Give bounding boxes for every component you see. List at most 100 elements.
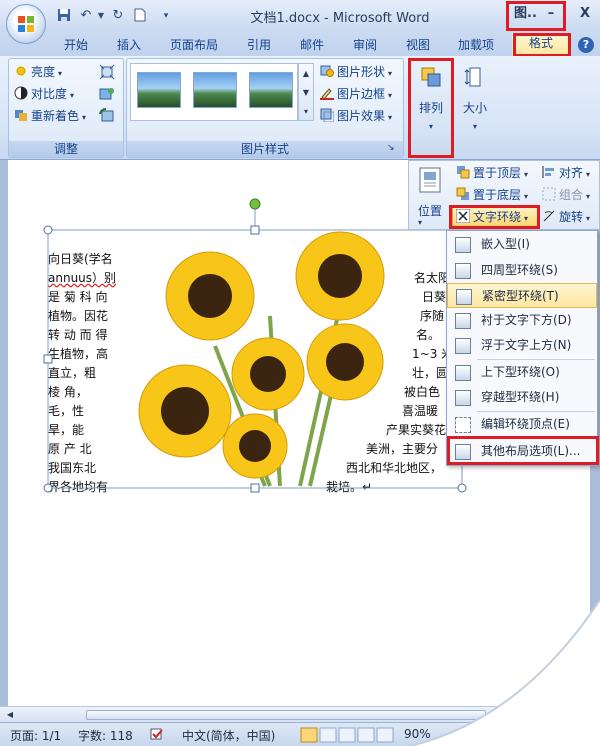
picture-style-thumb[interactable] [249,72,293,108]
highlight-format-tab [513,33,571,57]
resize-handle-icon[interactable] [457,483,467,493]
text-wrap-menu: 嵌入型(I) 四周型环绕(S) 紧密型环绕(T) 衬于文字下方(D) 浮于文字上… [446,230,598,466]
bring-to-front-button[interactable]: 置于顶层 ▾ [456,164,528,182]
size-button[interactable]: 大小 ▾ [456,62,494,154]
recolor-button[interactable]: 重新着色 ▾ [14,107,86,125]
group-label: 组合 [559,188,584,202]
group-button[interactable]: 组合 ▾ [542,186,590,204]
customize-qat-icon[interactable]: ▾ [160,8,172,24]
sunflower-icon [165,251,255,341]
word-count[interactable]: 字数: 118 [78,727,133,744]
language-indicator[interactable]: 中文(简体，中国) [182,727,275,744]
highlight-text-wrap [449,205,540,229]
gallery-scroll-buttons[interactable]: ▲ ▼ ▾ [298,63,314,121]
menu-item-square[interactable]: 四周型环绕(S) [447,258,597,283]
dialog-launcher-icon[interactable]: ↘ [387,143,397,153]
wrap-in-front-icon [455,338,471,354]
position-icon[interactable] [416,166,446,196]
resize-handle-icon[interactable] [250,483,260,493]
group-picture-styles-label: 图片样式 [127,141,403,157]
recolor-icon [15,110,27,121]
position-label[interactable]: 位置 [418,202,442,219]
brightness-button[interactable]: 亮度 ▾ [14,63,62,81]
contrast-button[interactable]: 对比度 ▾ [14,85,74,103]
picture-style-thumb[interactable] [193,72,237,108]
sunflower-icon [138,364,232,458]
menu-item-label: 衬于文字下方(D) [481,313,572,327]
rotate-icon [543,210,555,222]
menu-item-through[interactable]: 穿越型环绕(H) [447,385,597,410]
view-buttons[interactable] [300,727,396,743]
resize-handle-icon[interactable] [43,225,53,235]
contrast-label: 对比度 [31,87,68,101]
resize-handle-icon[interactable] [43,483,53,493]
office-button[interactable] [6,4,46,44]
tab-addins[interactable]: 加载项 [458,36,494,54]
scroll-left-icon[interactable]: ◀ [4,709,16,721]
resize-handle-icon[interactable] [43,354,53,364]
menu-item-behind-text[interactable]: 衬于文字下方(D) [447,308,597,333]
tab-mailings[interactable]: 邮件 [300,36,324,54]
rotate-handle-icon[interactable] [249,198,261,210]
picture-border-label: 图片边框 [337,87,386,101]
picture-effects-button[interactable]: 图片效果 ▾ [320,107,392,125]
menu-item-inline[interactable]: 嵌入型(I) [447,232,597,257]
page-count[interactable]: 页面: 1/1 [10,727,61,744]
picture-shape-label: 图片形状 [337,65,386,79]
picture-shape-button[interactable]: 图片形状 ▾ [320,63,392,81]
group-icon [542,187,556,201]
menu-item-label: 嵌入型(I) [481,237,530,251]
tab-review[interactable]: 审阅 [353,36,377,54]
change-picture-icon[interactable] [99,86,115,102]
reset-picture-icon[interactable] [99,107,115,124]
undo-icon[interactable]: ↶ [78,8,94,24]
minimize-button[interactable]: – [540,3,562,25]
tab-references[interactable]: 引用 [247,36,271,54]
resize-handle-icon[interactable] [250,225,260,235]
save-icon[interactable] [56,8,72,24]
help-icon[interactable]: ? [578,37,594,53]
wrap-square-icon [455,263,471,279]
menu-item-tight[interactable]: 紧密型环绕(T) [447,283,597,308]
tab-insert[interactable]: 插入 [117,36,141,54]
wrap-behind-icon [455,313,471,329]
menu-item-label: 浮于文字上方(N) [481,338,572,352]
brightness-label: 亮度 [31,65,56,79]
picture-tools-label: 图.. [514,6,537,21]
send-to-back-label: 置于底层 [473,188,522,202]
menu-item-label: 穿越型环绕(H) [481,390,560,404]
position-dropdown-icon[interactable]: ▾ [418,218,422,227]
menu-item-edit-wrap-points[interactable]: 编辑环绕顶点(E) [447,412,597,437]
menu-item-top-bottom[interactable]: 上下型环绕(O) [447,360,597,385]
close-button[interactable]: X [574,3,596,25]
undo-dropdown-icon[interactable]: ▼ [96,8,106,24]
tab-page-layout[interactable]: 页面布局 [170,36,218,54]
window-title: 文档1.docx - Microsoft Word [250,11,430,26]
menu-item-in-front-of-text[interactable]: 浮于文字上方(N) [447,333,597,358]
size-dropdown-icon: ▾ [472,122,477,131]
group-adjust-label: 调整 [9,141,123,157]
sunflower-picture[interactable] [40,196,472,496]
picture-style-thumb[interactable] [137,72,181,108]
size-icon [464,67,481,87]
highlight-arrange [408,58,454,158]
send-to-back-button[interactable]: 置于底层 ▾ [456,186,528,204]
picture-border-button[interactable]: 图片边框 ▾ [320,85,392,103]
edit-wrap-points-icon [455,417,471,433]
redo-icon[interactable]: ↻ [110,8,126,24]
align-icon [542,166,554,178]
proofing-icon[interactable] [150,727,164,741]
page-margin-left [0,160,8,720]
align-label: 对齐 [559,166,584,180]
align-button[interactable]: 对齐 ▾ [542,164,590,182]
bring-to-front-label: 置于顶层 [473,166,522,180]
picture-effects-label: 图片效果 [337,109,386,123]
wrap-top-bottom-icon [455,365,471,381]
highlight-more-layout-options [447,436,599,465]
new-document-icon[interactable] [132,8,148,24]
rotate-button[interactable]: 旋转 ▾ [542,208,590,226]
tab-view[interactable]: 视图 [406,36,430,54]
tab-home[interactable]: 开始 [64,36,88,54]
compress-pictures-icon[interactable] [99,64,115,80]
page-curl-decoration [409,600,600,746]
